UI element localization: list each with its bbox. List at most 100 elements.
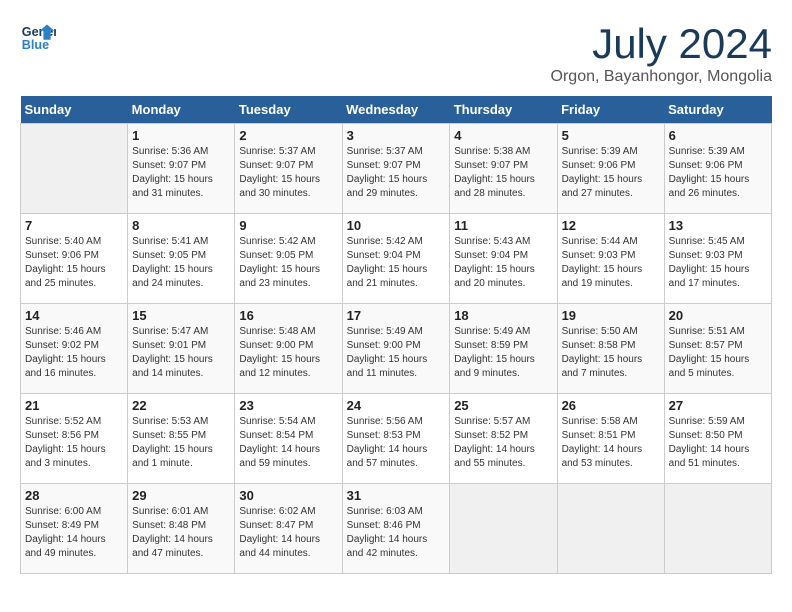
- day-info: Sunrise: 6:01 AMSunset: 8:48 PMDaylight:…: [132, 505, 230, 561]
- day-number: 10: [347, 218, 446, 233]
- calendar-cell: 11 Sunrise: 5:43 AMSunset: 9:04 PMDayligh…: [450, 214, 557, 304]
- weekday-header: Tuesday: [235, 96, 342, 124]
- day-number: 9: [239, 218, 337, 233]
- day-info: Sunrise: 5:48 AMSunset: 9:00 PMDaylight:…: [239, 325, 337, 381]
- day-number: 13: [669, 218, 767, 233]
- weekday-header: Monday: [128, 96, 235, 124]
- calendar-cell: 9 Sunrise: 5:42 AMSunset: 9:05 PMDaylight…: [235, 214, 342, 304]
- day-info: Sunrise: 5:39 AMSunset: 9:06 PMDaylight:…: [562, 145, 660, 201]
- day-info: Sunrise: 5:42 AMSunset: 9:04 PMDaylight:…: [347, 235, 446, 291]
- day-info: Sunrise: 5:40 AMSunset: 9:06 PMDaylight:…: [25, 235, 123, 291]
- calendar-cell: 4 Sunrise: 5:38 AMSunset: 9:07 PMDaylight…: [450, 124, 557, 214]
- calendar-cell: 8Sunrise: 5:41 AMSunset: 9:05 PMDaylight…: [128, 214, 235, 304]
- day-info: Sunrise: 5:54 AMSunset: 8:54 PMDaylight:…: [239, 415, 337, 471]
- calendar-cell: 14 Sunrise: 5:46 AMSunset: 9:02 PMDayligh…: [21, 304, 128, 394]
- calendar-week-row: 7 Sunrise: 5:40 AMSunset: 9:06 PMDaylight…: [21, 214, 772, 304]
- weekday-header: Friday: [557, 96, 664, 124]
- month-title: July 2024: [551, 20, 772, 68]
- calendar-table: SundayMondayTuesdayWednesdayThursdayFrid…: [20, 96, 772, 574]
- calendar-cell: 10 Sunrise: 5:42 AMSunset: 9:04 PMDayligh…: [342, 214, 450, 304]
- logo: General Blue: [20, 20, 60, 56]
- day-info: Sunrise: 5:59 AMSunset: 8:50 PMDaylight:…: [669, 415, 767, 471]
- calendar-cell: 6 Sunrise: 5:39 AMSunset: 9:06 PMDaylight…: [664, 124, 771, 214]
- day-number: 11: [454, 218, 552, 233]
- calendar-cell: 5Sunrise: 5:39 AMSunset: 9:06 PMDaylight…: [557, 124, 664, 214]
- day-info: Sunrise: 5:36 AMSunset: 9:07 PMDaylight:…: [132, 145, 230, 201]
- day-number: 12: [562, 218, 660, 233]
- day-info: Sunrise: 5:56 AMSunset: 8:53 PMDaylight:…: [347, 415, 446, 471]
- day-info: Sunrise: 5:45 AMSunset: 9:03 PMDaylight:…: [669, 235, 767, 291]
- day-number: 4: [454, 128, 552, 143]
- day-number: 29: [132, 488, 230, 503]
- day-number: 24: [347, 398, 446, 413]
- day-number: 14: [25, 308, 123, 323]
- day-number: 1: [132, 128, 230, 143]
- calendar-cell: 31 Sunrise: 6:03 AMSunset: 8:46 PMDayligh…: [342, 484, 450, 574]
- calendar-week-row: 28 Sunrise: 6:00 AMSunset: 8:49 PMDayligh…: [21, 484, 772, 574]
- calendar-cell: 25 Sunrise: 5:57 AMSunset: 8:52 PMDayligh…: [450, 394, 557, 484]
- day-number: 3: [347, 128, 446, 143]
- day-info: Sunrise: 5:52 AMSunset: 8:56 PMDaylight:…: [25, 415, 123, 471]
- day-info: Sunrise: 5:46 AMSunset: 9:02 PMDaylight:…: [25, 325, 123, 381]
- calendar-cell: 16Sunrise: 5:48 AMSunset: 9:00 PMDayligh…: [235, 304, 342, 394]
- day-info: Sunrise: 6:02 AMSunset: 8:47 PMDaylight:…: [239, 505, 337, 561]
- day-info: Sunrise: 5:42 AMSunset: 9:05 PMDaylight:…: [239, 235, 337, 291]
- day-number: 31: [347, 488, 446, 503]
- calendar-cell: [21, 124, 128, 214]
- day-info: Sunrise: 6:03 AMSunset: 8:46 PMDaylight:…: [347, 505, 446, 561]
- calendar-cell: [557, 484, 664, 574]
- calendar-cell: 19 Sunrise: 5:50 AMSunset: 8:58 PMDayligh…: [557, 304, 664, 394]
- calendar-cell: 22Sunrise: 5:53 AMSunset: 8:55 PMDayligh…: [128, 394, 235, 484]
- day-number: 7: [25, 218, 123, 233]
- day-info: Sunrise: 5:57 AMSunset: 8:52 PMDaylight:…: [454, 415, 552, 471]
- calendar-week-row: 1 Sunrise: 5:36 AMSunset: 9:07 PMDaylight…: [21, 124, 772, 214]
- day-number: 30: [239, 488, 337, 503]
- calendar-cell: 7 Sunrise: 5:40 AMSunset: 9:06 PMDaylight…: [21, 214, 128, 304]
- calendar-cell: 30 Sunrise: 6:02 AMSunset: 8:47 PMDayligh…: [235, 484, 342, 574]
- day-number: 25: [454, 398, 552, 413]
- day-number: 18: [454, 308, 552, 323]
- day-number: 27: [669, 398, 767, 413]
- weekday-header-row: SundayMondayTuesdayWednesdayThursdayFrid…: [21, 96, 772, 124]
- calendar-cell: 29 Sunrise: 6:01 AMSunset: 8:48 PMDayligh…: [128, 484, 235, 574]
- weekday-header: Saturday: [664, 96, 771, 124]
- day-info: Sunrise: 5:37 AMSunset: 9:07 PMDaylight:…: [239, 145, 337, 201]
- day-number: 8: [132, 218, 230, 233]
- calendar-cell: 1 Sunrise: 5:36 AMSunset: 9:07 PMDaylight…: [128, 124, 235, 214]
- day-number: 20: [669, 308, 767, 323]
- calendar-cell: 27 Sunrise: 5:59 AMSunset: 8:50 PMDayligh…: [664, 394, 771, 484]
- day-info: Sunrise: 5:50 AMSunset: 8:58 PMDaylight:…: [562, 325, 660, 381]
- title-section: July 2024 Orgon, Bayanhongor, Mongolia: [551, 20, 772, 86]
- calendar-cell: 24 Sunrise: 5:56 AMSunset: 8:53 PMDayligh…: [342, 394, 450, 484]
- calendar-cell: 15 Sunrise: 5:47 AMSunset: 9:01 PMDayligh…: [128, 304, 235, 394]
- day-info: Sunrise: 5:38 AMSunset: 9:07 PMDaylight:…: [454, 145, 552, 201]
- day-info: Sunrise: 5:51 AMSunset: 8:57 PMDaylight:…: [669, 325, 767, 381]
- day-number: 15: [132, 308, 230, 323]
- weekday-header: Sunday: [21, 96, 128, 124]
- day-info: Sunrise: 5:44 AMSunset: 9:03 PMDaylight:…: [562, 235, 660, 291]
- day-info: Sunrise: 5:49 AMSunset: 9:00 PMDaylight:…: [347, 325, 446, 381]
- calendar-cell: 12 Sunrise: 5:44 AMSunset: 9:03 PMDayligh…: [557, 214, 664, 304]
- page-header: General Blue July 2024 Orgon, Bayanhongo…: [20, 20, 772, 86]
- day-number: 23: [239, 398, 337, 413]
- calendar-cell: 17 Sunrise: 5:49 AMSunset: 9:00 PMDayligh…: [342, 304, 450, 394]
- day-info: Sunrise: 5:49 AMSunset: 8:59 PMDaylight:…: [454, 325, 552, 381]
- day-number: 17: [347, 308, 446, 323]
- calendar-week-row: 21Sunrise: 5:52 AMSunset: 8:56 PMDayligh…: [21, 394, 772, 484]
- calendar-cell: 28 Sunrise: 6:00 AMSunset: 8:49 PMDayligh…: [21, 484, 128, 574]
- day-info: Sunrise: 5:47 AMSunset: 9:01 PMDaylight:…: [132, 325, 230, 381]
- calendar-cell: 20 Sunrise: 5:51 AMSunset: 8:57 PMDayligh…: [664, 304, 771, 394]
- calendar-cell: 26Sunrise: 5:58 AMSunset: 8:51 PMDayligh…: [557, 394, 664, 484]
- day-info: Sunrise: 5:37 AMSunset: 9:07 PMDaylight:…: [347, 145, 446, 201]
- day-number: 19: [562, 308, 660, 323]
- calendar-week-row: 14 Sunrise: 5:46 AMSunset: 9:02 PMDayligh…: [21, 304, 772, 394]
- calendar-cell: 3 Sunrise: 5:37 AMSunset: 9:07 PMDaylight…: [342, 124, 450, 214]
- day-info: Sunrise: 5:43 AMSunset: 9:04 PMDaylight:…: [454, 235, 552, 291]
- day-number: 6: [669, 128, 767, 143]
- day-info: Sunrise: 5:53 AMSunset: 8:55 PMDaylight:…: [132, 415, 230, 471]
- day-number: 28: [25, 488, 123, 503]
- day-number: 2: [239, 128, 337, 143]
- day-info: Sunrise: 6:00 AMSunset: 8:49 PMDaylight:…: [25, 505, 123, 561]
- day-info: Sunrise: 5:39 AMSunset: 9:06 PMDaylight:…: [669, 145, 767, 201]
- calendar-cell: 23 Sunrise: 5:54 AMSunset: 8:54 PMDayligh…: [235, 394, 342, 484]
